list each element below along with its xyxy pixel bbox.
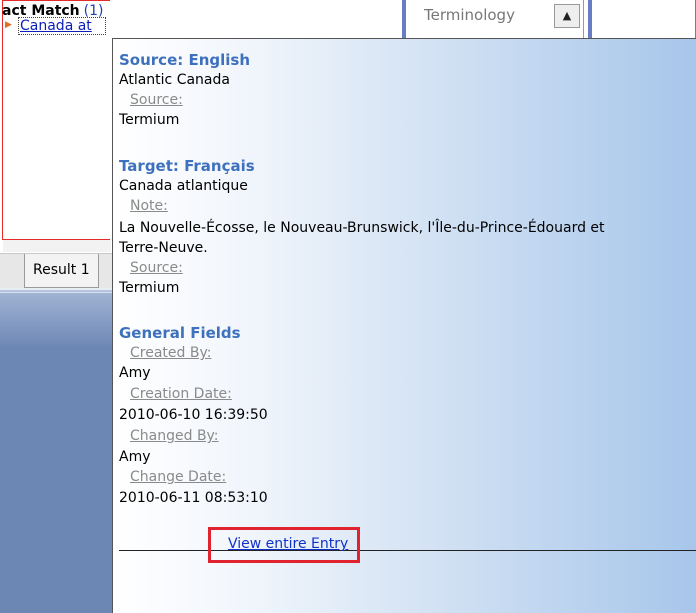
source-language-heading: Source: English [119, 51, 251, 69]
result-item-link[interactable]: Canada at [18, 17, 106, 35]
bottom-panel [0, 288, 112, 613]
terminology-list-item[interactable]: Terminology [424, 6, 515, 24]
changed-by-value: Amy [119, 449, 151, 465]
created-by-value: Amy [119, 365, 151, 381]
target-term: Canada atlantique [119, 178, 248, 194]
target-language-heading: Target: Français [119, 157, 255, 175]
panel-divider [0, 288, 112, 290]
source-source-label: Source: [130, 92, 183, 108]
target-note-label: Note: [130, 198, 168, 214]
change-date-label: Change Date: [130, 469, 227, 485]
results-outline [2, 0, 110, 240]
results-empty-area [3, 240, 111, 252]
creation-date-value: 2010-06-10 16:39:50 [119, 407, 268, 423]
target-note-text-continued: Terre-Neuve. [119, 240, 208, 256]
target-note-text: La Nouvelle-Écosse, le Nouveau-Brunswick… [119, 220, 605, 236]
result-bullet-icon: ▶ [5, 20, 12, 30]
termbase-window: act Match (1) ▶ Canada at Result 1 Termin… [0, 0, 696, 613]
result-tab-strip: Result 1 [0, 253, 112, 288]
tab-result-1[interactable]: Result 1 [24, 254, 99, 288]
target-source-value: Termium [119, 280, 180, 296]
search-field[interactable] [588, 0, 696, 39]
source-term: Atlantic Canada [119, 72, 230, 88]
source-source-value: Termium [119, 112, 180, 128]
search-field-border [588, 0, 592, 38]
terminology-list-border [402, 0, 406, 38]
scroll-up-button[interactable]: ▲ [554, 4, 580, 28]
general-fields-heading: General Fields [119, 324, 241, 342]
changed-by-label: Changed By: [130, 428, 219, 444]
creation-date-label: Creation Date: [130, 386, 232, 402]
view-entire-entry-link[interactable]: View entire Entry [228, 536, 348, 552]
target-source-label: Source: [130, 260, 183, 276]
change-date-value: 2010-06-11 08:53:10 [119, 490, 268, 506]
created-by-label: Created By: [130, 345, 212, 361]
panel-divider [0, 292, 112, 293]
chevron-up-icon: ▲ [562, 9, 572, 22]
tooltip-divider [119, 550, 696, 551]
results-pane: act Match (1) ▶ Canada at Result 1 [0, 0, 112, 613]
entry-tooltip: Source: English Atlantic Canada Source: … [112, 38, 696, 613]
